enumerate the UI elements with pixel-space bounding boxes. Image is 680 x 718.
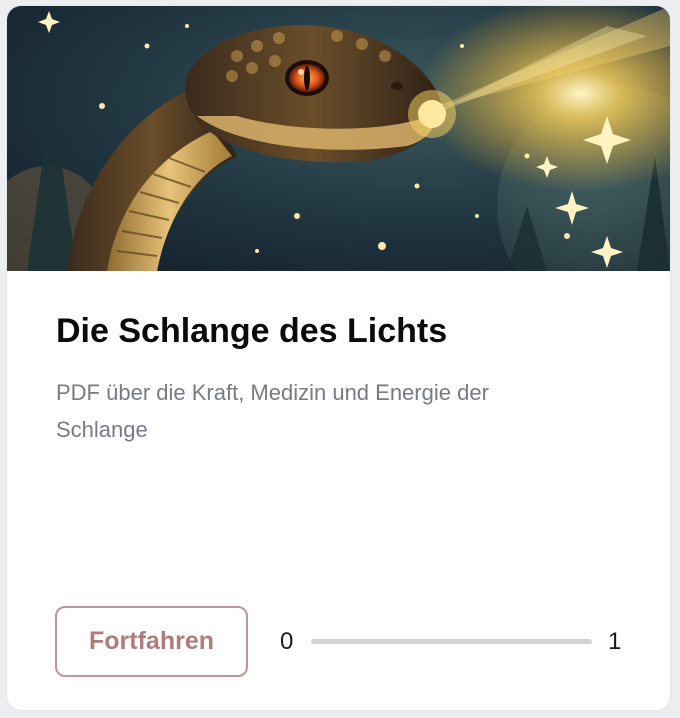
- continue-button[interactable]: Fortfahren: [55, 606, 248, 677]
- progress-max-label: 1: [608, 628, 622, 655]
- progress-min-label: 0: [280, 628, 294, 655]
- course-card[interactable]: Die Schlange des Lichts PDF über die Kra…: [7, 6, 670, 710]
- course-description: PDF über die Kraft, Medizin und Energie …: [56, 380, 489, 442]
- course-hero-image: [7, 6, 670, 271]
- progress-bar: [311, 639, 592, 644]
- course-title: Die Schlange des Lichts: [56, 312, 448, 350]
